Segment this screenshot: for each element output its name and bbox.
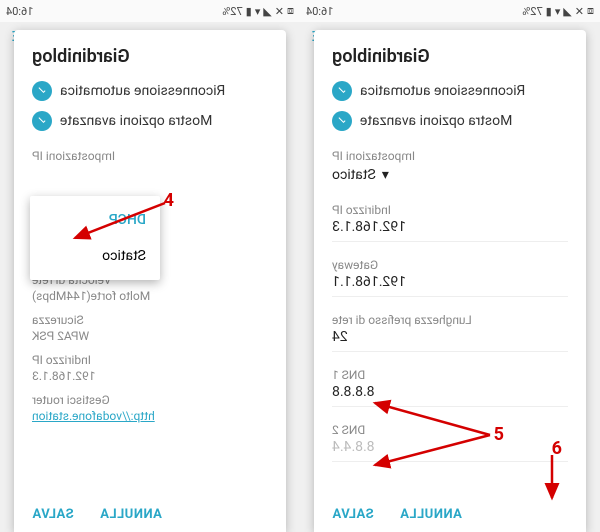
- dialog-title: Giardiniblog: [332, 46, 568, 67]
- ip-value: 192.168.1.3: [32, 369, 268, 383]
- dropdown-static[interactable]: Statico: [30, 238, 160, 274]
- bt-icon: ⧈: [287, 4, 294, 18]
- dns1-input[interactable]: 8.8.8.8: [332, 384, 568, 400]
- wifi-icon: ▾: [555, 5, 561, 18]
- netspeed-value: Molto forte(144Mbps): [32, 289, 268, 303]
- wifi-icon: ▾: [255, 5, 261, 18]
- phone-left: 16:04 72% ▮ ▾ ◢ ✕ ⧈ TE Giardiniblog Rico…: [0, 0, 300, 532]
- prefix-label: Lunghezza prefisso di rete: [332, 313, 568, 327]
- status-time: 16:04: [6, 5, 33, 18]
- security-label: Sicurezza: [32, 313, 268, 327]
- status-bar: 16:04 72% ▮ ▾ ◢ ✕ ⧈: [300, 0, 600, 22]
- ip-label: Indirizzo IP: [32, 353, 268, 367]
- chevron-down-icon: ▾: [382, 167, 389, 183]
- wifi-dialog: Giardiniblog Riconnessione automatica Mo…: [314, 30, 586, 532]
- dialog-title: Giardiniblog: [32, 46, 268, 67]
- ip-input[interactable]: 192.168.1.3: [332, 219, 568, 235]
- status-time: 16:04: [306, 5, 333, 18]
- ip-settings-spinner[interactable]: Statico ▾: [332, 167, 568, 183]
- ip-settings-dropdown: DHCP Statico: [30, 196, 160, 280]
- phone-right: 16:04 72% ▮ ▾ ◢ ✕ ⧈ TE Giardiniblog Rico…: [300, 0, 600, 532]
- check-icon: [32, 111, 52, 131]
- bt-icon: ⧈: [587, 4, 594, 18]
- battery-pct: 72%: [222, 5, 242, 18]
- security-value: WPA2 PSK: [32, 329, 268, 343]
- check-icon: [32, 81, 52, 101]
- ip-settings-label: Impostazioni IP: [332, 149, 568, 163]
- vibrate-icon: ✕: [575, 5, 584, 18]
- save-button[interactable]: SALVA: [32, 507, 74, 522]
- router-label: Gestisci router: [32, 393, 268, 407]
- router-link[interactable]: http://vodafone.station: [32, 409, 268, 423]
- dns2-label: DNS 2: [332, 423, 568, 437]
- battery-icon: ▮: [546, 5, 552, 18]
- annotation-5: 5: [494, 424, 504, 445]
- cancel-button[interactable]: ANNULLA: [400, 507, 462, 522]
- battery-pct: 72%: [522, 5, 542, 18]
- wifi-dialog: Giardiniblog Riconnessione automatica Mo…: [14, 30, 286, 532]
- show-advanced-row[interactable]: Mostra opzioni avanzate: [332, 111, 568, 131]
- gateway-label: Gateway: [332, 258, 568, 272]
- vibrate-icon: ✕: [275, 5, 284, 18]
- signal-icon: ◢: [563, 5, 571, 18]
- check-icon: [332, 111, 352, 131]
- prefix-input[interactable]: 24: [332, 329, 568, 345]
- check-icon: [332, 81, 352, 101]
- cancel-button[interactable]: ANNULLA: [100, 507, 162, 522]
- ip-settings-label: Impostazioni IP: [32, 149, 268, 163]
- ip-label: Indirizzo IP: [332, 203, 568, 217]
- status-bar: 16:04 72% ▮ ▾ ◢ ✕ ⧈: [0, 0, 300, 22]
- show-advanced-row[interactable]: Mostra opzioni avanzate: [32, 111, 268, 131]
- annotation-6: 6: [552, 438, 562, 459]
- signal-icon: ◢: [263, 5, 271, 18]
- save-button[interactable]: SALVA: [332, 507, 374, 522]
- dns2-input[interactable]: 8.8.4.4: [332, 439, 568, 455]
- gateway-input[interactable]: 192.168.1.1: [332, 274, 568, 290]
- dns1-label: DNS 1: [332, 368, 568, 382]
- dropdown-dhcp[interactable]: DHCP: [30, 202, 160, 238]
- auto-reconnect-row[interactable]: Riconnessione automatica: [32, 81, 268, 101]
- battery-icon: ▮: [246, 5, 252, 18]
- annotation-4: 4: [164, 190, 174, 211]
- auto-reconnect-row[interactable]: Riconnessione automatica: [332, 81, 568, 101]
